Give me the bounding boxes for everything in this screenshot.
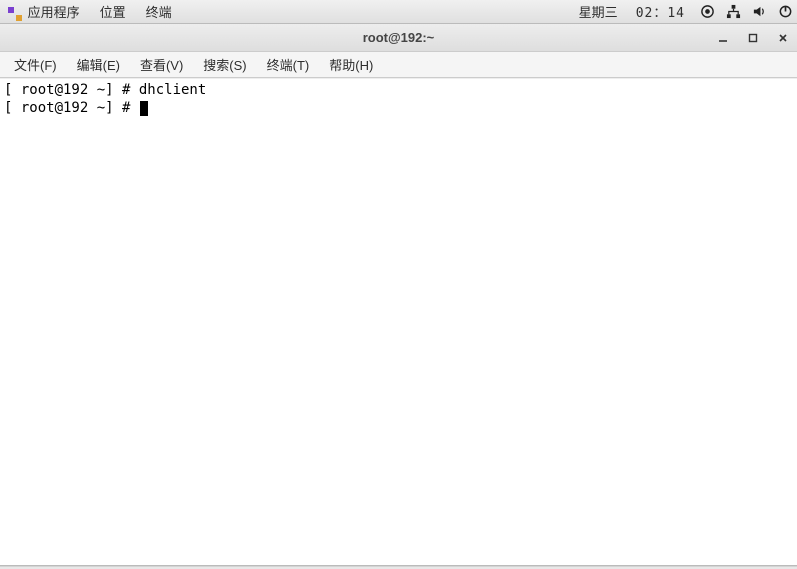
network-icon[interactable] — [725, 4, 741, 20]
menubar: 文件(F) 编辑(E) 查看(V) 搜索(S) 终端(T) 帮助(H) — [0, 52, 797, 78]
applications-menu[interactable]: 应用程序 — [4, 0, 84, 23]
terminal-area[interactable]: [ root@192 ~] # dhclient [ root@192 ~] # — [0, 78, 797, 565]
menu-search[interactable]: 搜索(S) — [195, 52, 254, 77]
prompt-line-1: [ root@192 ~] # dhclient — [4, 82, 206, 98]
menu-terminal[interactable]: 终端(T) — [259, 52, 318, 77]
menu-view[interactable]: 查看(V) — [132, 52, 191, 77]
prompt-text: [ root@192 ~] # — [4, 100, 139, 116]
places-menu[interactable]: 位置 — [96, 0, 130, 23]
minimize-button[interactable] — [715, 30, 731, 46]
volume-icon[interactable] — [751, 4, 767, 20]
desktop-top-panel: 应用程序 位置 终端 星期三 02：14 — [0, 0, 797, 24]
menu-help[interactable]: 帮助(H) — [321, 52, 381, 77]
menu-edit[interactable]: 编辑(E) — [69, 52, 128, 77]
cursor-icon — [140, 101, 148, 116]
applications-icon — [8, 7, 22, 21]
terminal-window: root@192:~ 文件(F) 编辑(E) 查看(V) 搜索(S) 终端(T)… — [0, 24, 797, 567]
close-button[interactable] — [775, 30, 791, 46]
maximize-button[interactable] — [745, 30, 761, 46]
applications-label: 应用程序 — [28, 5, 80, 20]
prompt-line-2: [ root@192 ~] # — [4, 100, 148, 116]
clock-time[interactable]: 02：14 — [632, 0, 689, 23]
power-icon[interactable] — [777, 4, 793, 20]
prompt-text: [ root@192 ~] # — [4, 82, 139, 98]
window-title: root@192:~ — [363, 30, 435, 45]
target-icon[interactable] — [699, 4, 715, 20]
command-text: dhclient — [139, 82, 206, 98]
clock-day[interactable]: 星期三 — [575, 0, 622, 23]
window-bottom-border — [0, 565, 797, 567]
window-controls — [715, 24, 791, 51]
terminal-launcher[interactable]: 终端 — [142, 0, 176, 23]
window-titlebar[interactable]: root@192:~ — [0, 24, 797, 52]
menu-file[interactable]: 文件(F) — [6, 52, 65, 77]
